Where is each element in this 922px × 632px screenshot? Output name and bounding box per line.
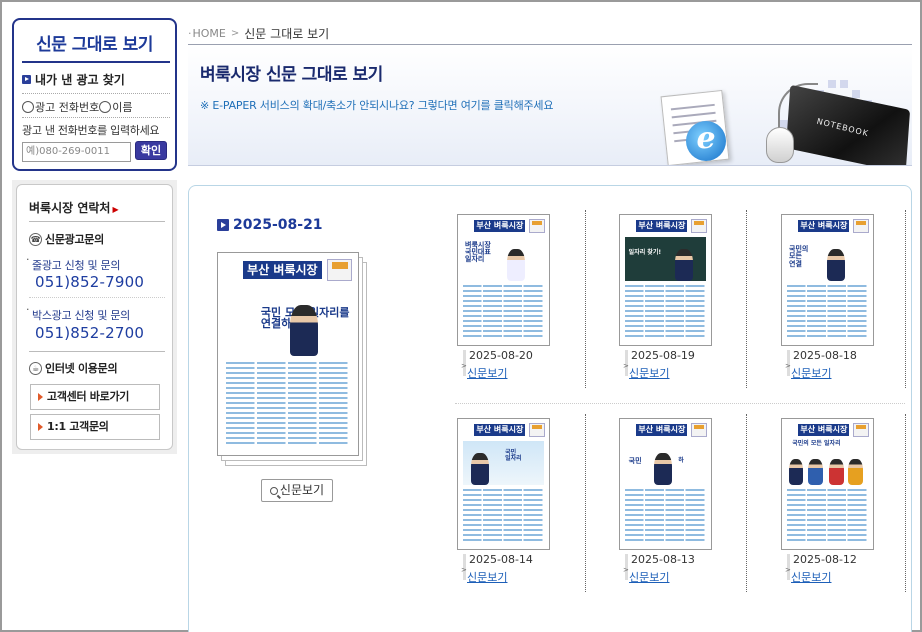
phone-search-input[interactable]: 예)080-269-0011 bbox=[22, 142, 131, 162]
line-ad-phone: 051)852-7900 bbox=[35, 273, 145, 291]
bullet-arrow-icon bbox=[22, 75, 31, 84]
view-issue-link[interactable]: 신문보기 bbox=[623, 566, 670, 585]
bullet-arrow-icon bbox=[217, 219, 229, 231]
one-on-one-inquiry-button[interactable]: 1:1 고객문의 bbox=[30, 414, 160, 440]
box-ad-label: 박스광고 신청 및 문의 bbox=[26, 303, 130, 323]
browser-icon: e bbox=[686, 121, 726, 161]
view-issue-link[interactable]: 신문보기 bbox=[785, 362, 832, 381]
paper-logo: 부산 벼룩시장 bbox=[636, 424, 688, 436]
thumbnail-cover-image[interactable]: 부산 벼룩시장 국민의 모든 일자리 bbox=[781, 418, 874, 550]
epaper-help-link[interactable]: ※ E-PAPER 서비스의 확대/축소가 안되시나요? 그렇다면 여기를 클릭… bbox=[200, 97, 553, 113]
view-latest-button[interactable]: 신문보기 bbox=[261, 479, 333, 502]
contact-divider bbox=[29, 221, 165, 222]
mouse-illustration bbox=[766, 127, 794, 163]
confirm-button[interactable]: 확인 bbox=[135, 141, 167, 160]
paper-logo: 부산 벼룩시장 bbox=[243, 261, 322, 280]
column-divider bbox=[905, 210, 906, 388]
dotted-divider bbox=[22, 93, 170, 94]
newspaper-search-box: 신문 그대로 보기 내가 낸 광고 찾기 광고 전화번호 이름 광고 낸 전화번… bbox=[12, 18, 177, 171]
breadcrumb: HOME > 신문 그대로 보기 bbox=[188, 25, 330, 42]
column-divider bbox=[585, 414, 586, 592]
column-divider bbox=[585, 210, 586, 388]
latest-issue-date-text: 2025-08-21 bbox=[233, 217, 323, 233]
row-divider bbox=[455, 403, 905, 404]
breadcrumb-home[interactable]: HOME bbox=[188, 27, 226, 40]
box-ad-phone: 051)852-2700 bbox=[35, 324, 145, 342]
radio-name[interactable] bbox=[99, 101, 112, 113]
search-type-radio-group: 광고 전화번호 이름 bbox=[22, 99, 132, 115]
column-divider bbox=[746, 210, 747, 388]
thumbnail-cover-image[interactable]: 부산 벼룩시장 국민의 모든 연결 bbox=[781, 214, 874, 346]
view-issue-link[interactable]: 신문보기 bbox=[785, 566, 832, 585]
title-divider bbox=[22, 61, 170, 63]
contact-title-text: 벼룩시장 연락처 bbox=[29, 201, 111, 215]
paper-logo: 부산 벼룩시장 bbox=[636, 220, 688, 232]
line-ad-label: 줄광고 신청 및 문의 bbox=[26, 253, 120, 273]
internet-inquiry-section: ☕ 인터넷 이용문의 bbox=[29, 360, 118, 376]
radio-phone[interactable] bbox=[22, 101, 34, 113]
view-issue-link[interactable]: 신문보기 bbox=[461, 566, 508, 585]
column-divider bbox=[905, 414, 906, 592]
latest-issue-cover[interactable]: 부산 벼룩시장 국민 모든 일자리를 연결하다 bbox=[217, 252, 369, 468]
contact-box: 벼룩시장 연락처▶ ☎ 신문광고문의 줄광고 신청 및 문의 051)852-7… bbox=[16, 184, 173, 450]
page-title: 벼룩시장 신문 그대로 보기 bbox=[200, 65, 383, 85]
ad-inquiry-section: ☎ 신문광고문의 bbox=[29, 231, 104, 247]
dotted-divider bbox=[22, 117, 170, 118]
thumbnail-cover-image[interactable]: 부산 벼룩시장 일자리 찾기! bbox=[619, 214, 712, 346]
caret-right-icon: ▶ bbox=[112, 205, 119, 214]
phone-icon: ☎ bbox=[29, 232, 42, 246]
view-issue-link[interactable]: 신문보기 bbox=[623, 362, 670, 381]
latest-issue-date: 2025-08-21 bbox=[217, 217, 323, 233]
contact-title: 벼룩시장 연락처 ▶ bbox=[29, 199, 119, 216]
cover-hero: 국민 모든 일자리를 연결하다 bbox=[226, 287, 350, 356]
paper-logo: 부산 벼룩시장 bbox=[798, 424, 850, 436]
thumbnail-cover-image[interactable]: 부산 벼룩시장 벼룩시장 국민대표 일자리 bbox=[457, 214, 550, 346]
phone-input-hint: 광고 낸 전화번호를 입력하세요 bbox=[22, 124, 160, 137]
paper-logo: 부산 벼룩시장 bbox=[474, 220, 526, 232]
newspaper-cover-image[interactable]: 부산 벼룩시장 국민 모든 일자리를 연결하다 bbox=[217, 252, 359, 456]
thumbnail-cover-image[interactable]: 부산 벼룩시장 국민 일자리 bbox=[457, 418, 550, 550]
breadcrumb-current: 신문 그대로 보기 bbox=[244, 27, 330, 41]
search-box-title: 신문 그대로 보기 bbox=[36, 35, 153, 55]
find-my-ad-heading: 내가 낸 광고 찾기 bbox=[22, 71, 125, 88]
view-issue-link[interactable]: 신문보기 bbox=[461, 362, 508, 381]
paper-logo: 부산 벼룩시장 bbox=[798, 220, 850, 232]
paper-logo: 부산 벼룩시장 bbox=[474, 424, 526, 436]
view-latest-label: 신문보기 bbox=[279, 483, 325, 497]
page-banner: 벼룩시장 신문 그대로 보기 ※ E-PAPER 서비스의 확대/축소가 안되시… bbox=[188, 45, 912, 166]
find-my-ad-label: 내가 낸 광고 찾기 bbox=[35, 73, 125, 87]
classified-grid bbox=[226, 362, 350, 447]
coffee-cup-icon: ☕ bbox=[29, 361, 42, 375]
thumbnail-cover-image[interactable]: 부산 벼룩시장 국민 하 bbox=[619, 418, 712, 550]
dotted-divider bbox=[29, 297, 165, 298]
internet-inquiry-label: 인터넷 이용문의 bbox=[45, 362, 118, 375]
contact-divider bbox=[29, 351, 165, 352]
radio-name-label[interactable]: 이름 bbox=[112, 99, 132, 115]
chevron-right-icon: > bbox=[230, 28, 240, 39]
person-illustration bbox=[290, 305, 318, 356]
customer-center-button[interactable]: 고객센터 바로가기 bbox=[30, 384, 160, 410]
ad-inquiry-label: 신문광고문의 bbox=[45, 233, 104, 246]
magnifier-icon bbox=[269, 487, 278, 495]
radio-phone-label[interactable]: 광고 전화번호 bbox=[35, 99, 99, 115]
column-divider bbox=[746, 414, 747, 592]
contact-panel: 벼룩시장 연락처▶ ☎ 신문광고문의 줄광고 신청 및 문의 051)852-7… bbox=[12, 180, 177, 454]
